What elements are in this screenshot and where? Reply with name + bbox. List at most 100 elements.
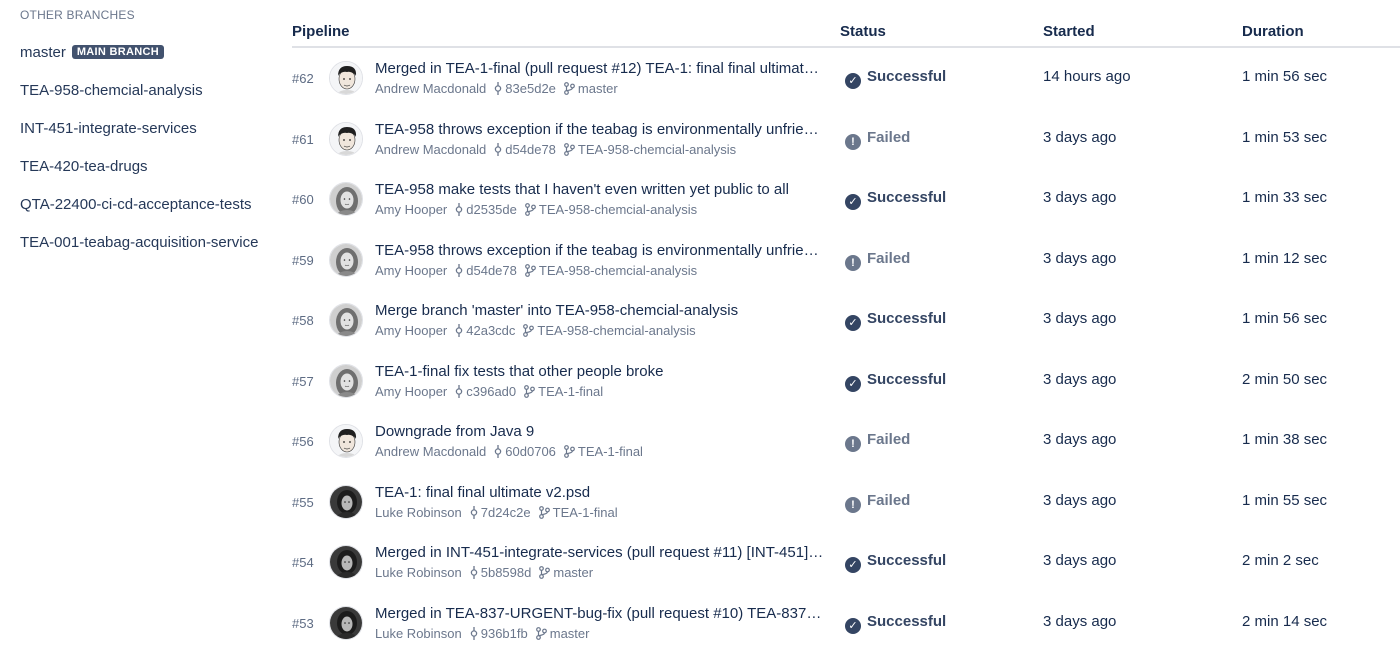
branch-name[interactable]: TEA-1-final [538, 384, 603, 399]
branch-name[interactable]: master [553, 565, 593, 580]
commit-message[interactable]: Merged in INT-451-integrate-services (pu… [375, 544, 825, 561]
commit-hash[interactable]: 42a3cdc [466, 323, 515, 338]
error-circle-icon: ! [845, 496, 861, 513]
commit-meta: Amy Hooper 42a3cdc TEA-958-chemcial-analys… [375, 323, 696, 340]
commit-hash[interactable]: d2535de [466, 202, 517, 217]
pipeline-row[interactable]: #62 Merged in TEA-1-final (pull request … [292, 48, 1400, 108]
pipeline-row[interactable]: #58 Merge branch 'master' into TEA-958-c… [292, 290, 1400, 350]
branch-name[interactable]: TEA-1-final [553, 505, 618, 520]
branch-icon [524, 263, 536, 280]
branch-link[interactable]: TEA-420-tea-drugs [20, 158, 260, 175]
pipeline-row[interactable]: #56 Downgrade from Java 9 Andrew Macdona… [292, 411, 1400, 471]
andrew-avatar [329, 61, 363, 95]
commit-hash[interactable]: c396ad0 [466, 384, 516, 399]
header-started: Started [1043, 23, 1095, 40]
branch-name[interactable]: master [550, 626, 590, 641]
status-text: Successful [867, 68, 947, 85]
commit-message[interactable]: TEA-1-final fix tests that other people … [375, 363, 825, 380]
pipeline-row[interactable]: #60 TEA-958 make tests that I haven't ev… [292, 169, 1400, 229]
started-time: 3 days ago [1043, 612, 1117, 630]
author-name: Amy Hooper [375, 323, 448, 338]
branch-link[interactable]: INT-451-integrate-services [20, 120, 260, 137]
author-name: Luke Robinson [375, 504, 462, 520]
pipeline-row[interactable]: #53 Merged in TEA-837-URGENT-bug-fix (pu… [292, 593, 1400, 652]
commit-message[interactable]: Merged in TEA-837-URGENT-bug-fix (pull r… [375, 605, 825, 622]
commit-hash[interactable]: 60d0706 [505, 444, 556, 459]
author-name: Amy Hooper [375, 383, 448, 399]
duration: 1 min 53 sec [1242, 128, 1328, 146]
duration: 2 min 2 sec [1242, 552, 1319, 569]
pipeline-row[interactable]: #54 Merged in INT-451-integrate-services… [292, 532, 1400, 592]
pipeline-number: #57 [292, 373, 314, 389]
commit-icon [455, 324, 463, 340]
author-name: Luke Robinson [375, 565, 462, 580]
commit-hash[interactable]: 936b1fb [481, 626, 528, 641]
pipeline-number: #60 [292, 192, 314, 207]
duration: 2 min 14 sec [1242, 612, 1328, 630]
commit-hash[interactable]: 7d24c2e [481, 505, 531, 520]
commit-message[interactable]: Merged in TEA-1-final (pull request #12)… [375, 60, 825, 77]
check-circle-icon: ✓ [845, 73, 861, 89]
branch-icon [564, 142, 575, 159]
commit-message[interactable]: TEA-1: final final ultimate v2.psd [375, 484, 825, 501]
luke-avatar [329, 484, 363, 519]
pipeline-row[interactable]: #55 TEA-1: final final ultimate v2.psd L… [292, 472, 1400, 532]
pipeline-number: #59 [292, 252, 314, 268]
commit-hash[interactable]: d54de78 [466, 263, 517, 278]
branch-name[interactable]: TEA-958-chemcial-analysis [539, 263, 697, 278]
branch-name[interactable]: TEA-1-final [578, 444, 643, 459]
commit-icon [494, 142, 502, 159]
commit-hash[interactable]: 5b8598d [481, 565, 532, 580]
andrew-avatar [329, 424, 363, 458]
pipeline-number: #56 [292, 434, 314, 449]
commit-meta: Amy Hooper d54de78 TEA-958-chemcial-analys… [375, 263, 697, 280]
branch-link[interactable]: QTA-22400-ci-cd-acceptance-tests [20, 196, 260, 213]
branch-icon [523, 324, 535, 340]
started-time: 3 days ago [1043, 491, 1117, 509]
commit-icon [470, 566, 478, 582]
commit-hash[interactable]: 83e5d2e [505, 81, 556, 96]
pipeline-number: #53 [292, 615, 314, 631]
pipeline-row[interactable]: #57 TEA-1-final fix tests that other peo… [292, 351, 1400, 411]
author-name: Andrew Macdonald [375, 141, 487, 157]
branch-link-master[interactable]: master MAIN BRANCH [20, 44, 260, 61]
status-badge: ! Failed [845, 492, 910, 513]
error-circle-icon: ! [845, 436, 861, 452]
table-header: Pipeline Status Started Duration [292, 20, 1400, 48]
main-branch-lozenge: MAIN BRANCH [71, 45, 164, 59]
branch-icon [564, 445, 575, 461]
started-time: 3 days ago [1043, 128, 1117, 146]
duration: 1 min 38 sec [1242, 431, 1328, 448]
pipeline-row[interactable]: #59 TEA-958 throws exception if the teab… [292, 230, 1400, 290]
status-text: Failed [867, 431, 911, 448]
commit-hash[interactable]: d54de78 [505, 142, 556, 157]
commit-message[interactable]: TEA-958 throws exception if the teabag i… [375, 242, 825, 259]
status-text: Successful [867, 552, 947, 569]
commit-message[interactable]: Merge branch 'master' into TEA-958-chemc… [375, 302, 825, 319]
commit-message[interactable]: Downgrade from Java 9 [375, 423, 825, 440]
other-branches-heading: OTHER BRANCHES [20, 8, 135, 22]
commit-icon [494, 445, 502, 461]
branch-name[interactable]: TEA-958-chemcial-analysis [539, 202, 697, 217]
pipeline-number: #55 [292, 494, 314, 510]
commit-message[interactable]: TEA-958 throws exception if the teabag i… [375, 121, 825, 138]
branches-sidebar: OTHER BRANCHES master MAIN BRANCH TEA-958… [0, 0, 270, 652]
amy-avatar [329, 182, 363, 216]
branch-icon [524, 203, 536, 219]
branch-name[interactable]: TEA-958-chemcial-analysis [537, 323, 695, 338]
branch-icon [535, 626, 547, 643]
author-name: Amy Hooper [375, 262, 448, 278]
commit-message[interactable]: TEA-958 make tests that I haven't even w… [375, 181, 825, 198]
status-text: Failed [867, 249, 911, 267]
branch-name[interactable]: master [578, 81, 618, 96]
branch-link[interactable]: TEA-001-teabag-acquisition-service [20, 234, 260, 251]
amy-avatar [329, 303, 363, 337]
error-circle-icon: ! [845, 133, 861, 150]
branch-name[interactable]: TEA-958-chemcial-analysis [578, 142, 736, 157]
branch-link[interactable]: TEA-958-chemcial-analysis [20, 82, 260, 99]
branch-name: master [20, 44, 66, 61]
pipeline-row[interactable]: #61 TEA-958 throws exception if the teab… [292, 109, 1400, 169]
commit-icon [455, 384, 463, 401]
started-time: 3 days ago [1043, 249, 1117, 267]
header-pipeline: Pipeline [292, 23, 350, 40]
